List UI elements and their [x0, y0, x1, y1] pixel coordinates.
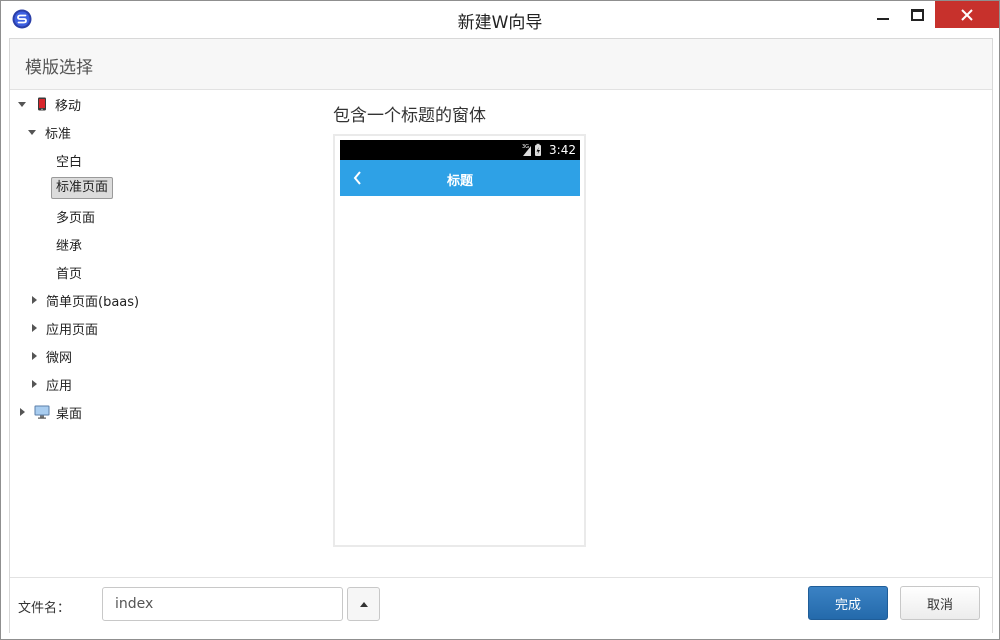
tree-node-label: 应用: [46, 378, 73, 394]
tree-node-simple-page[interactable]: 简单页面(baas): [32, 289, 139, 311]
expand-toggle-icon[interactable]: [18, 101, 26, 107]
maximize-icon: [910, 8, 924, 21]
tree-node-mobile[interactable]: 移动: [18, 93, 81, 115]
collapse-toggle-icon[interactable]: [32, 324, 37, 332]
collapse-toggle-icon[interactable]: [32, 296, 37, 304]
signal-battery-icon: 3G: [522, 143, 541, 156]
collapse-toggle-icon[interactable]: [20, 408, 25, 416]
maximize-button[interactable]: [902, 1, 932, 28]
tree-node-label: 空白: [56, 154, 83, 170]
close-button[interactable]: [935, 1, 999, 28]
tree-node-standard-page[interactable]: 标准页面: [51, 177, 114, 199]
tree-node-label: 桌面: [56, 406, 83, 422]
template-description: 包含一个标题的窗体: [333, 106, 486, 126]
filename-input[interactable]: [102, 587, 343, 621]
tree-node-desktop[interactable]: 桌面: [20, 401, 82, 423]
tree-node-app-page[interactable]: 应用页面: [32, 317, 98, 339]
caret-up-icon: [359, 601, 368, 607]
tree-node-label: 简单页面(baas): [46, 294, 140, 310]
wizard-body: 模版选择 移动 标准 空白 标准页面 多页面 继承 首页 简单页面(baas) …: [9, 38, 993, 633]
minimize-button[interactable]: [868, 1, 898, 28]
title-bar[interactable]: 新建W向导: [1, 1, 999, 38]
tree-node-label: 标准页面: [56, 180, 109, 195]
minimize-icon: [877, 17, 889, 20]
tree-node-multi-page[interactable]: 多页面: [56, 205, 95, 227]
filename-label: 文件名：: [18, 601, 71, 616]
desktop-icon: [34, 405, 50, 419]
tree-node-microsite[interactable]: 微网: [32, 345, 72, 367]
tree-node-label: 标准: [45, 126, 72, 142]
phone-clock: 3:42: [549, 143, 576, 157]
wizard-footer: 文件名： 完成 取消: [10, 577, 992, 633]
tree-node-label: 微网: [46, 350, 73, 366]
tree-node-label: 首页: [56, 266, 83, 282]
tree-node-app[interactable]: 应用: [32, 373, 72, 395]
close-icon: [961, 8, 973, 21]
phone-status-bar: 3G 3:42: [340, 140, 580, 160]
tree-node-inherit[interactable]: 继承: [56, 233, 82, 255]
expand-toggle-icon[interactable]: [28, 129, 36, 135]
collapse-toggle-icon[interactable]: [32, 352, 37, 360]
mobile-icon: [38, 97, 46, 111]
wizard-window: 新建W向导 模版选择 移动 标准 空白 标准页面 多页面 继承 首页 简单页面(…: [0, 0, 1000, 640]
svg-text:3G: 3G: [522, 144, 529, 150]
tree-node-label: 继承: [56, 238, 83, 254]
collapse-toggle-icon[interactable]: [32, 380, 37, 388]
phone-title-bar: 标题: [340, 160, 580, 196]
window-title: 新建W向导: [457, 13, 543, 33]
page-title: 模版选择: [25, 58, 93, 78]
tree-node-label: 应用页面: [46, 322, 99, 338]
template-tree: 移动 标准 空白 标准页面 多页面 继承 首页 简单页面(baas) 应用页面 …: [10, 91, 320, 577]
filename-dropdown-button[interactable]: [347, 587, 380, 621]
tree-node-label: 移动: [55, 98, 82, 114]
tree-node-home[interactable]: 首页: [56, 261, 82, 283]
finish-button[interactable]: 完成: [808, 586, 888, 620]
tree-node-standard[interactable]: 标准: [28, 121, 71, 143]
tree-node-label: 多页面: [56, 210, 96, 226]
page-header: 模版选择: [10, 39, 992, 90]
phone-page-title: 标题: [446, 174, 473, 189]
template-preview: 3G 3:42 标题: [333, 134, 586, 547]
tree-node-blank[interactable]: 空白: [56, 149, 82, 171]
cancel-button[interactable]: 取消: [900, 586, 980, 620]
